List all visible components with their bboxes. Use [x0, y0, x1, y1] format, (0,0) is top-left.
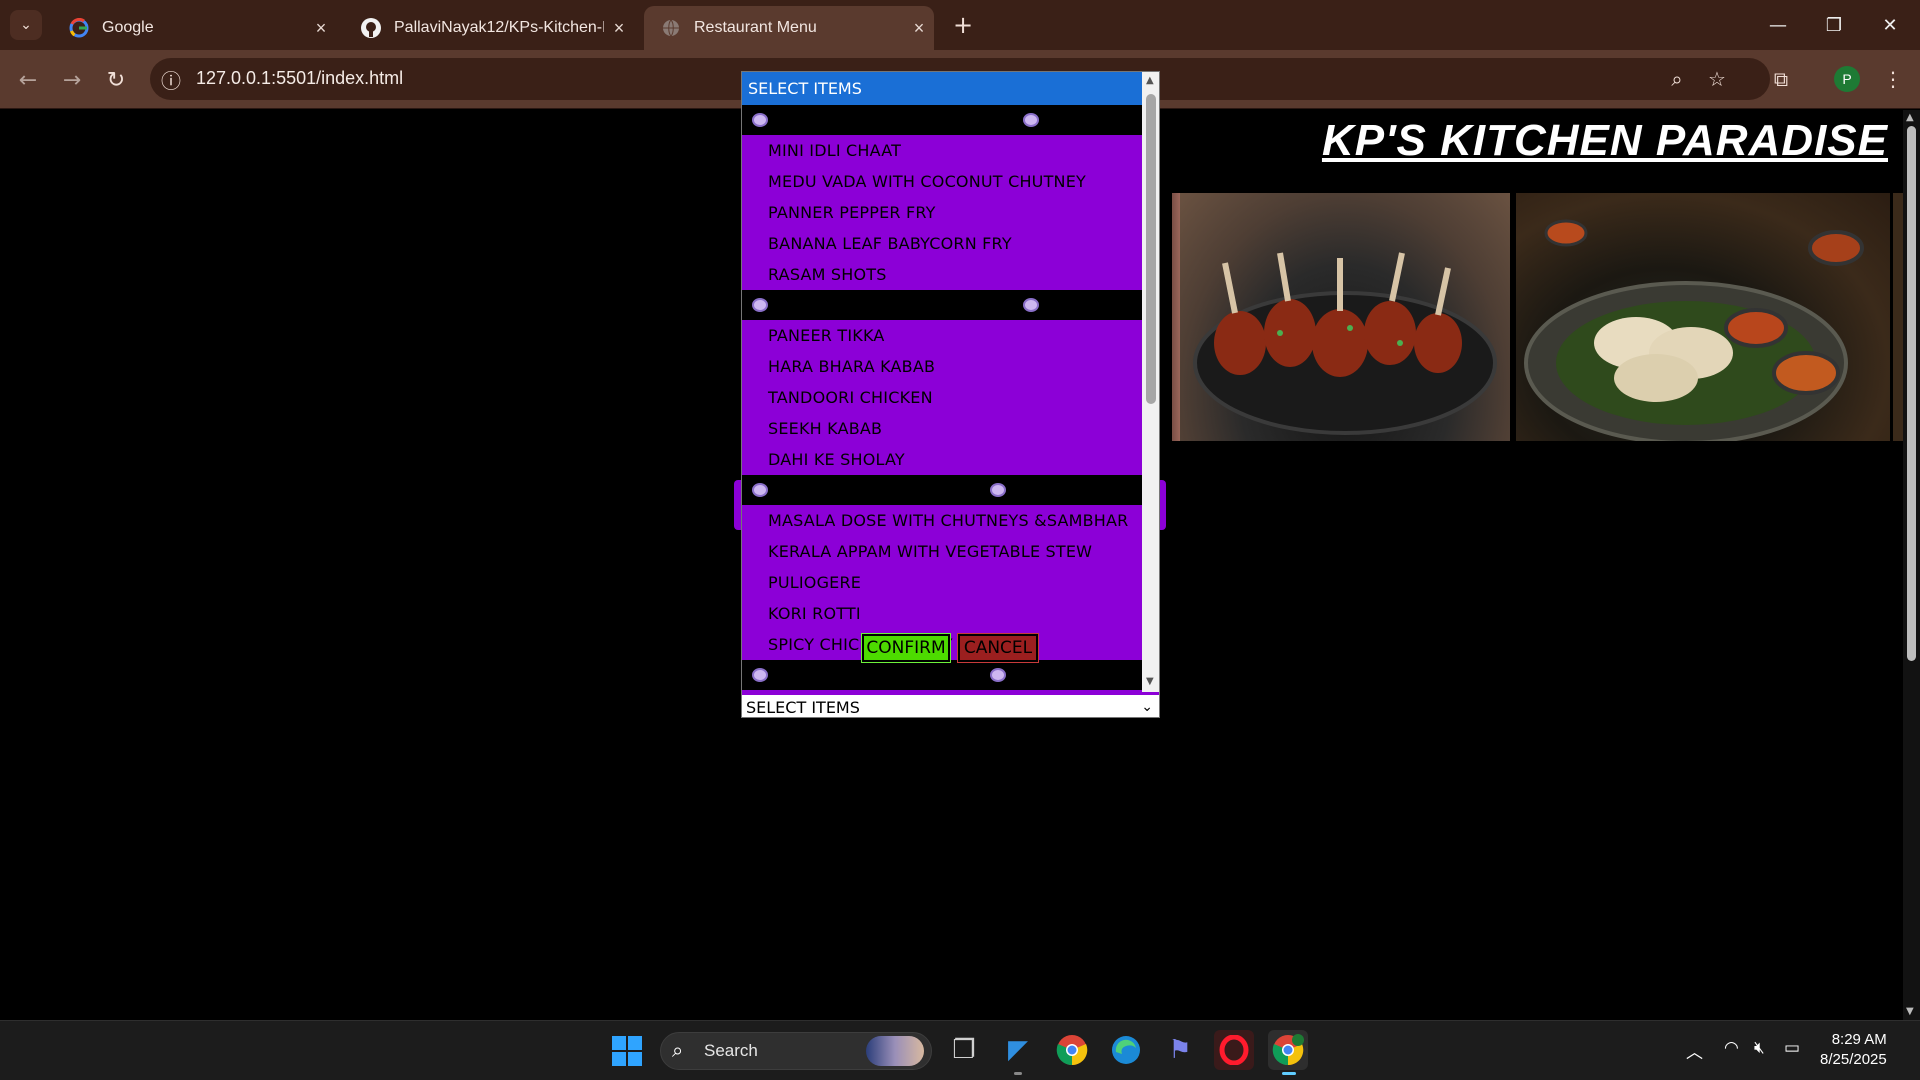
- dropdown-scrollbar[interactable]: ▲ ▼: [1142, 72, 1159, 692]
- clock-date: 8/25/2025: [1820, 1051, 1887, 1068]
- dropdown-option[interactable]: KERALA APPAM WITH VEGETABLE STEW: [742, 536, 1142, 567]
- dropdown-option[interactable]: HARA BHARA KABAB: [742, 351, 1142, 382]
- opera-icon[interactable]: [1214, 1030, 1254, 1070]
- dropdown-option[interactable]: MEDU VADA WITH COCONUT CHUTNEY: [742, 166, 1142, 197]
- plate-icon: [1023, 113, 1039, 127]
- menu-items-dropdown[interactable]: SELECT ITEMS MINI IDLI CHAAT MEDU VADA W…: [741, 71, 1160, 718]
- dropdown-option[interactable]: BANANA LEAF BABYCORN FRY: [742, 228, 1142, 259]
- browser-tab-strip: ⌄ Google × PallaviNayak12/KPs-Kitchen-Pa…: [0, 0, 1920, 50]
- dropdown-list[interactable]: SELECT ITEMS MINI IDLI CHAAT MEDU VADA W…: [742, 72, 1142, 692]
- zoom-icon[interactable]: ⌕: [1662, 64, 1692, 94]
- scroll-up-arrow-icon[interactable]: ▲: [1906, 112, 1914, 123]
- dropdown-option[interactable]: PANEER TIKKA: [742, 320, 1142, 351]
- vscode-icon[interactable]: ◤: [998, 1030, 1038, 1070]
- dropdown-option[interactable]: DAHI KE SHOLAY: [742, 444, 1142, 475]
- option-group-header: [742, 290, 1142, 320]
- plate-icon: [1023, 298, 1039, 312]
- tab-github[interactable]: PallaviNayak12/KPs-Kitchen-Par ×: [344, 6, 634, 50]
- dropdown-option[interactable]: RASAM SHOTS: [742, 259, 1142, 290]
- app-running-indicator: [1014, 1072, 1022, 1075]
- teams-icon[interactable]: ⚑: [1160, 1030, 1200, 1070]
- food-photo: [1893, 193, 1903, 441]
- dropdown-option[interactable]: PANNER PEPPER FRY: [742, 197, 1142, 228]
- site-info-icon[interactable]: ⓘ: [156, 64, 186, 94]
- search-highlight-image: [866, 1036, 924, 1066]
- new-tab-button[interactable]: +: [948, 10, 978, 40]
- dropdown-scrollbar-thumb[interactable]: [1146, 94, 1156, 404]
- plate-icon: [990, 668, 1006, 682]
- chrome-icon[interactable]: [1052, 1030, 1092, 1070]
- dropdown-option[interactable]: MASALA DOSE WITH CHUTNEYS &SAMBHAR: [742, 505, 1142, 536]
- profile-avatar[interactable]: P: [1834, 66, 1860, 92]
- tab-restaurant-menu[interactable]: Restaurant Menu ×: [644, 6, 934, 50]
- select-items-field[interactable]: SELECT ITEMS ⌄: [742, 692, 1159, 717]
- scroll-down-arrow-icon[interactable]: ▼: [1146, 676, 1154, 687]
- taskbar-search-placeholder[interactable]: Search: [704, 1041, 758, 1061]
- extensions-icon[interactable]: ⧉: [1766, 64, 1796, 94]
- system-clock[interactable]: 8:29 AM 8/25/2025: [1820, 1030, 1887, 1070]
- scroll-up-arrow-icon[interactable]: ▲: [1146, 75, 1154, 86]
- tab-search-button[interactable]: ⌄: [10, 10, 42, 40]
- dropdown-option[interactable]: PULIOGERE: [742, 567, 1142, 598]
- close-tab-icon[interactable]: ×: [306, 18, 336, 39]
- windows-start-icon[interactable]: [612, 1036, 642, 1066]
- github-icon: [360, 17, 382, 39]
- forward-icon[interactable]: →: [56, 64, 88, 96]
- restore-icon[interactable]: ❐: [1806, 0, 1862, 50]
- url-text[interactable]: 127.0.0.1:5501/index.html: [196, 68, 403, 89]
- volume-muted-icon[interactable]: 🔇︎: [1754, 1038, 1765, 1058]
- option-group-header: [742, 475, 1142, 505]
- close-window-icon[interactable]: ✕: [1862, 0, 1918, 50]
- food-photo-idli: [1516, 193, 1890, 441]
- task-view-icon[interactable]: ❐: [944, 1030, 984, 1070]
- tab-title: Google: [102, 19, 154, 36]
- brand-title: KP'S KITCHEN PARADISE: [1321, 116, 1888, 165]
- plate-icon: [752, 298, 768, 312]
- plate-icon: [752, 113, 768, 127]
- chrome-profile-icon[interactable]: [1268, 1030, 1308, 1070]
- menu-icon[interactable]: ⋮: [1878, 64, 1908, 94]
- close-tab-icon[interactable]: ×: [904, 18, 934, 39]
- app-active-indicator: [1282, 1072, 1296, 1075]
- dropdown-header-option[interactable]: SELECT ITEMS: [742, 72, 1142, 105]
- plate-icon: [990, 483, 1006, 497]
- plate-icon: [752, 483, 768, 497]
- chevron-down-icon[interactable]: ⌄: [1141, 695, 1153, 717]
- search-icon: ⌕: [672, 1038, 684, 1062]
- battery-icon[interactable]: ▭: [1784, 1038, 1800, 1058]
- wifi-icon[interactable]: ◠: [1724, 1038, 1739, 1058]
- edge-icon[interactable]: [1106, 1030, 1146, 1070]
- dropdown-option[interactable]: TANDOORI CHICKEN: [742, 382, 1142, 413]
- globe-icon: [660, 17, 682, 39]
- google-icon: [68, 17, 90, 39]
- plate-icon: [752, 668, 768, 682]
- food-photo-chicken-lollipop: [1180, 193, 1510, 441]
- tab-title: Restaurant Menu: [694, 19, 817, 36]
- reload-icon[interactable]: ↻: [100, 64, 132, 96]
- select-value: SELECT ITEMS: [746, 698, 860, 717]
- tab-title: PallaviNayak12/KPs-Kitchen-Par: [394, 19, 604, 36]
- dropdown-option[interactable]: KORI ROTTI: [742, 598, 1142, 629]
- close-tab-icon[interactable]: ×: [604, 18, 634, 39]
- page-scrollbar-thumb[interactable]: [1907, 126, 1916, 661]
- clock-time: 8:29 AM: [1831, 1031, 1887, 1048]
- dropdown-option[interactable]: MINI IDLI CHAAT: [742, 135, 1142, 166]
- scroll-down-arrow-icon[interactable]: ▼: [1906, 1006, 1914, 1017]
- cancel-button[interactable]: CANCEL: [957, 633, 1039, 663]
- dropdown-option[interactable]: SEEKH KABAB: [742, 413, 1142, 444]
- option-group-header: [742, 660, 1142, 690]
- confirm-button[interactable]: CONFIRM: [861, 633, 951, 663]
- option-group-header: [742, 105, 1142, 135]
- minimize-icon[interactable]: —: [1750, 0, 1806, 50]
- chevron-up-icon[interactable]: ︿: [1686, 1038, 1703, 1063]
- tab-google[interactable]: Google ×: [52, 6, 336, 50]
- back-icon[interactable]: ←: [12, 64, 44, 96]
- bookmark-star-icon[interactable]: ☆: [1702, 64, 1732, 94]
- page-scrollbar[interactable]: ▲ ▼: [1903, 110, 1920, 1020]
